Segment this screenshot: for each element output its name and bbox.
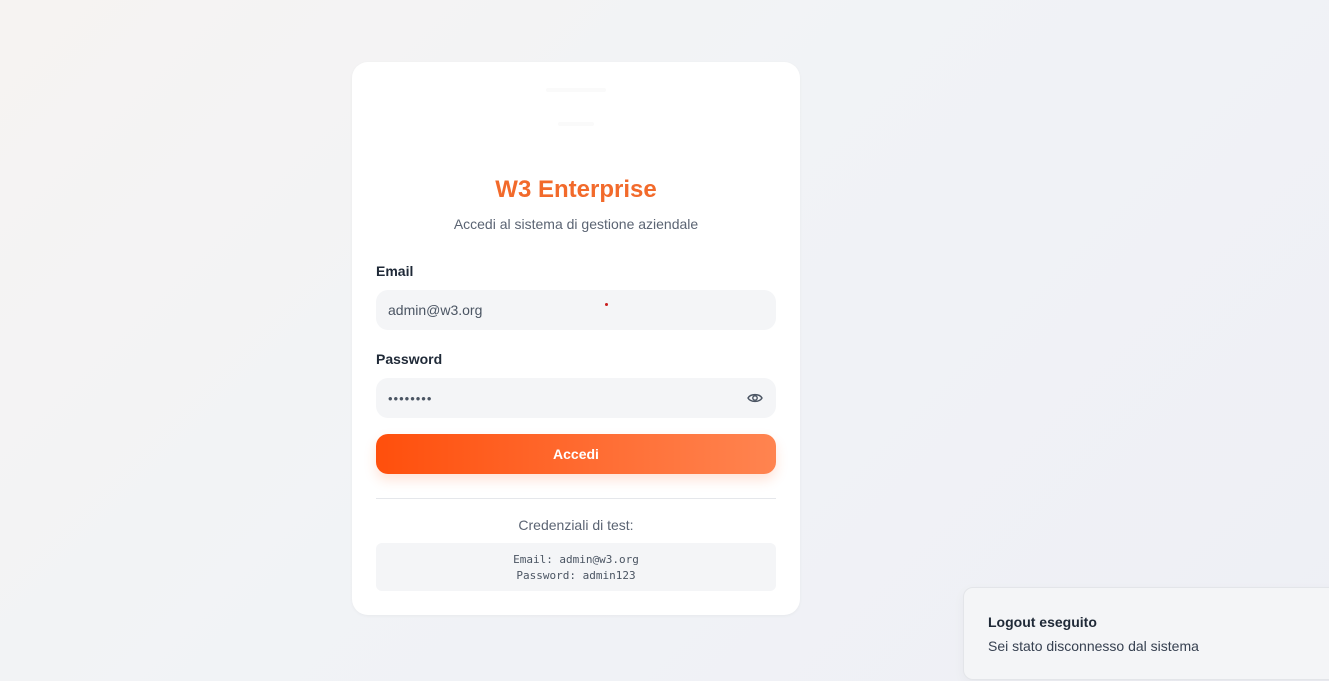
app-subtitle: Accedi al sistema di gestione aziendale [453, 216, 699, 232]
app-title: W3 Enterprise [495, 176, 657, 203]
email-field[interactable]: admin@w3.org [376, 290, 776, 330]
email-value: admin@w3.org [388, 302, 483, 318]
test-credentials-box: Email: admin@w3.org Password: admin123 [376, 543, 776, 591]
test-email-line: Email: admin@w3.org [513, 553, 639, 566]
divider [376, 498, 776, 499]
login-button[interactable]: Accedi [376, 434, 776, 474]
cursor-marker [605, 303, 608, 306]
toast-title: Logout eseguito [988, 614, 1097, 630]
toast-notification: Logout eseguito Sei stato disconnesso da… [963, 587, 1329, 680]
toast-description: Sei stato disconnesso dal sistema [988, 638, 1199, 654]
password-value: •••••••• [388, 390, 433, 406]
logo [544, 84, 608, 148]
email-label: Email [376, 263, 414, 279]
password-label: Password [376, 351, 443, 367]
eye-icon[interactable] [747, 391, 763, 405]
test-password-line: Password: admin123 [516, 569, 636, 582]
login-card: W3 Enterprise Accedi al sistema di gesti… [352, 62, 800, 615]
test-credentials-title: Credenziali di test: [518, 517, 634, 533]
password-field[interactable]: •••••••• [376, 378, 776, 418]
